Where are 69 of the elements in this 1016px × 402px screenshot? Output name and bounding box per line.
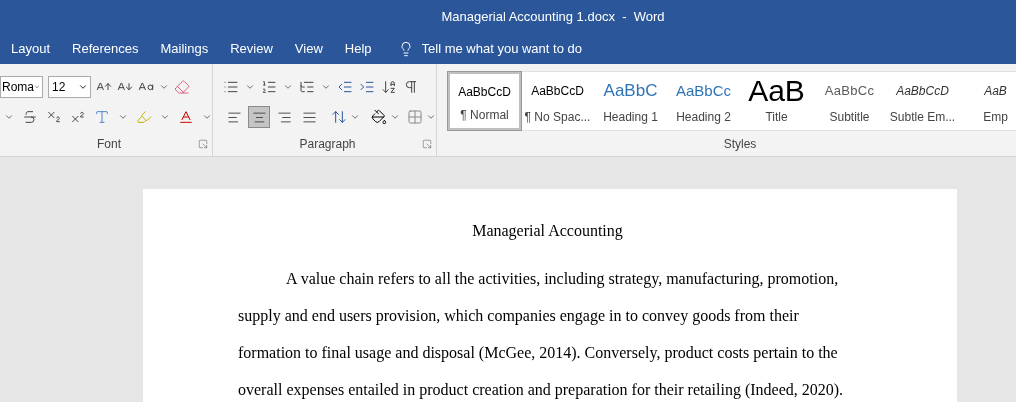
window-title: Managerial Accounting 1.docx - Word — [441, 7, 665, 26]
group-label: Paragraph — [298, 136, 356, 153]
superscript-icon[interactable] — [70, 109, 86, 125]
caret-icon[interactable] — [118, 112, 128, 122]
numbering-icon[interactable] — [261, 79, 277, 95]
font-name-dropdown[interactable]: Roma — [0, 76, 43, 98]
dialog-launcher-icon[interactable] — [422, 139, 432, 149]
caret-icon[interactable] — [159, 82, 169, 92]
style-name: ¶ Normal — [460, 107, 509, 124]
font-size-dropdown[interactable]: 12 — [48, 76, 91, 98]
style-name: Subtitle — [829, 109, 870, 126]
ribbon-tab[interactable]: View — [283, 33, 334, 64]
multilevel-list-icon[interactable] — [299, 79, 315, 95]
ribbon-tab[interactable]: Review — [219, 33, 284, 64]
group-label: Font — [96, 136, 121, 153]
style-preview: AaBbCcD — [531, 83, 584, 100]
style-gallery-item[interactable]: AaB Emp — [959, 72, 1016, 130]
pilcrow-icon[interactable] — [403, 79, 419, 95]
ribbon-tab[interactable]: Help — [333, 33, 383, 64]
line-spacing-icon[interactable] — [331, 109, 347, 125]
shading-icon[interactable] — [371, 109, 387, 125]
font-color-icon[interactable] — [178, 109, 194, 125]
style-name: Title — [765, 109, 788, 126]
sort-icon[interactable] — [381, 79, 397, 95]
caret-icon[interactable] — [321, 82, 331, 92]
caret-icon[interactable] — [390, 112, 400, 122]
caret-icon[interactable] — [283, 82, 293, 92]
dialog-launcher-icon[interactable] — [198, 139, 208, 149]
strikethrough-icon[interactable] — [22, 109, 38, 125]
text-effects-icon[interactable] — [94, 109, 110, 125]
style-gallery-item[interactable]: AaBbCcD Subtle Em... — [886, 72, 959, 130]
bullets-icon[interactable] — [223, 79, 239, 95]
ribbon-tab[interactable]: Mailings — [149, 33, 220, 64]
style-name: Heading 2 — [676, 109, 731, 126]
style-preview: AaB — [984, 83, 1007, 100]
borders-icon[interactable] — [407, 109, 423, 125]
style-preview: AaBbCcD — [896, 83, 949, 100]
style-preview: AaBbCc — [824, 82, 875, 101]
caret-icon[interactable] — [426, 112, 436, 122]
style-gallery-item[interactable]: AaBbCcD ¶ No Spac... — [521, 72, 594, 130]
style-name: ¶ No Spac... — [524, 109, 591, 126]
style-preview: AaBbCcD — [458, 84, 511, 101]
caret-icon[interactable] — [350, 112, 360, 122]
style-gallery-item[interactable]: AaB Title — [740, 72, 813, 130]
document-title: Managerial Accounting — [471, 221, 624, 242]
caret-icon[interactable] — [78, 82, 88, 92]
style-gallery-item[interactable]: AaBbC Heading 1 — [594, 72, 667, 130]
style-name: Heading 1 — [603, 109, 658, 126]
ribbon-tab[interactable]: References — [61, 33, 150, 64]
caret-icon[interactable] — [160, 112, 170, 122]
ribbon-tab[interactable]: Layout — [0, 33, 62, 64]
tell-me-field[interactable]: Tell me what you want to do — [421, 38, 622, 59]
caret-icon[interactable] — [202, 112, 212, 122]
style-gallery-item[interactable]: AaBbCc Heading 2 — [667, 72, 740, 130]
decrease-indent-icon[interactable] — [337, 79, 353, 95]
style-gallery-item[interactable]: AaBbCcD ¶ Normal — [448, 72, 521, 130]
increase-indent-icon[interactable] — [359, 79, 375, 95]
subscript-icon[interactable] — [46, 109, 62, 125]
caret-icon[interactable] — [4, 112, 14, 122]
style-gallery-item[interactable]: AaBbCc Subtitle — [813, 72, 886, 130]
group-label: Styles — [723, 136, 757, 153]
style-preview: AaBbCc — [676, 80, 731, 101]
style-name: Subtle Em... — [889, 109, 956, 126]
document-paragraph: A value chain refers to all the activities, including strategy, manufacturing, promotion, supply and end users provision, which companies engage in to convey goods from their formation to final usage and disposal (McGee, 2014). Conversely, product costs pertain to the overall expenses entailed in product creation and preparation for their retailing (Indeed, 2020). — [238, 269, 845, 401]
style-preview: AaBbC — [603, 80, 658, 103]
style-name: Emp — [983, 109, 1008, 126]
eraser-icon[interactable] — [174, 79, 190, 95]
caret-icon[interactable] — [245, 82, 255, 92]
style-preview: AaB — [748, 76, 805, 106]
